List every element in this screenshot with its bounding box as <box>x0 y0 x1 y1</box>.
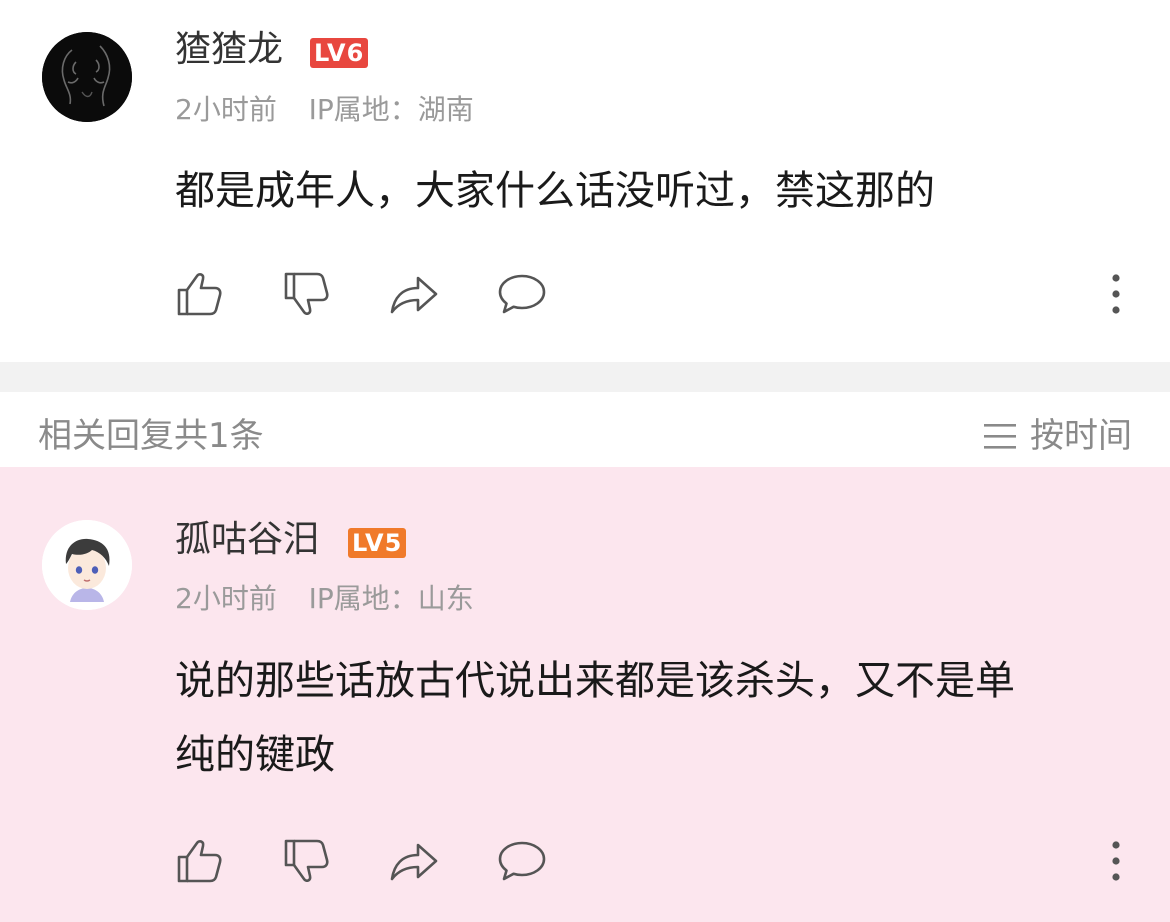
sort-button[interactable]: 按时间 <box>982 414 1132 458</box>
level-badge: LV6 <box>310 38 369 68</box>
username[interactable]: 孤咕谷汨 <box>175 518 319 562</box>
ip-label: IP属地： <box>308 582 418 615</box>
reply-meta: 2小时前 IP属地：山东 <box>175 581 474 617</box>
dark-portrait-avatar-icon <box>42 32 132 122</box>
share-icon[interactable] <box>388 835 440 887</box>
timestamp: 2小时前 <box>175 93 277 126</box>
more-vertical-icon[interactable] <box>1106 835 1126 887</box>
replies-header: 相关回复共1条 按时间 <box>0 392 1170 467</box>
reply-bubble-icon[interactable] <box>496 835 548 887</box>
reply-text-line: 说的那些话放古代说出来都是该杀头，又不是单 <box>175 658 1015 704</box>
level-badge: LV5 <box>348 528 407 558</box>
share-icon[interactable] <box>388 268 440 320</box>
timestamp: 2小时前 <box>175 582 277 615</box>
comment-meta: 2小时前 IP属地：湖南 <box>175 92 474 128</box>
thumbs-down-icon[interactable] <box>280 268 332 320</box>
ip-label: IP属地： <box>308 93 418 126</box>
menu-lines-icon <box>984 424 1016 449</box>
avatar[interactable] <box>42 520 132 610</box>
reply-actions <box>0 835 1170 895</box>
comment-text: 都是成年人，大家什么话没听过，禁这那的 <box>175 168 935 214</box>
ip-location: 山东 <box>417 582 474 615</box>
comment-actions <box>0 268 1170 328</box>
reply-text-line: 纯的键政 <box>175 732 335 778</box>
sort-label: 按时间 <box>1030 416 1132 456</box>
ip-location: 湖南 <box>417 93 474 126</box>
main-comment: 猹猹龙 LV6 2小时前 IP属地：湖南 都是成年人，大家什么话没听过，禁这那的 <box>0 0 1170 362</box>
reply-count: 相关回复共1条 <box>38 416 264 456</box>
cartoon-boy-avatar-icon <box>42 520 132 610</box>
reply-comment: 孤咕谷汨 LV5 2小时前 IP属地：山东 说的那些话放古代说出来都是该杀头，又… <box>0 467 1170 922</box>
thumbs-up-icon[interactable] <box>173 268 225 320</box>
reply-bubble-icon[interactable] <box>496 268 548 320</box>
username[interactable]: 猹猹龙 <box>175 28 283 72</box>
avatar[interactable] <box>42 32 132 122</box>
reply-text: 说的那些话放古代说出来都是该杀头，又不是单 纯的键政 <box>175 652 1135 784</box>
thumbs-up-icon[interactable] <box>173 835 225 887</box>
more-vertical-icon[interactable] <box>1106 268 1126 320</box>
section-divider <box>0 362 1170 392</box>
thumbs-down-icon[interactable] <box>280 835 332 887</box>
